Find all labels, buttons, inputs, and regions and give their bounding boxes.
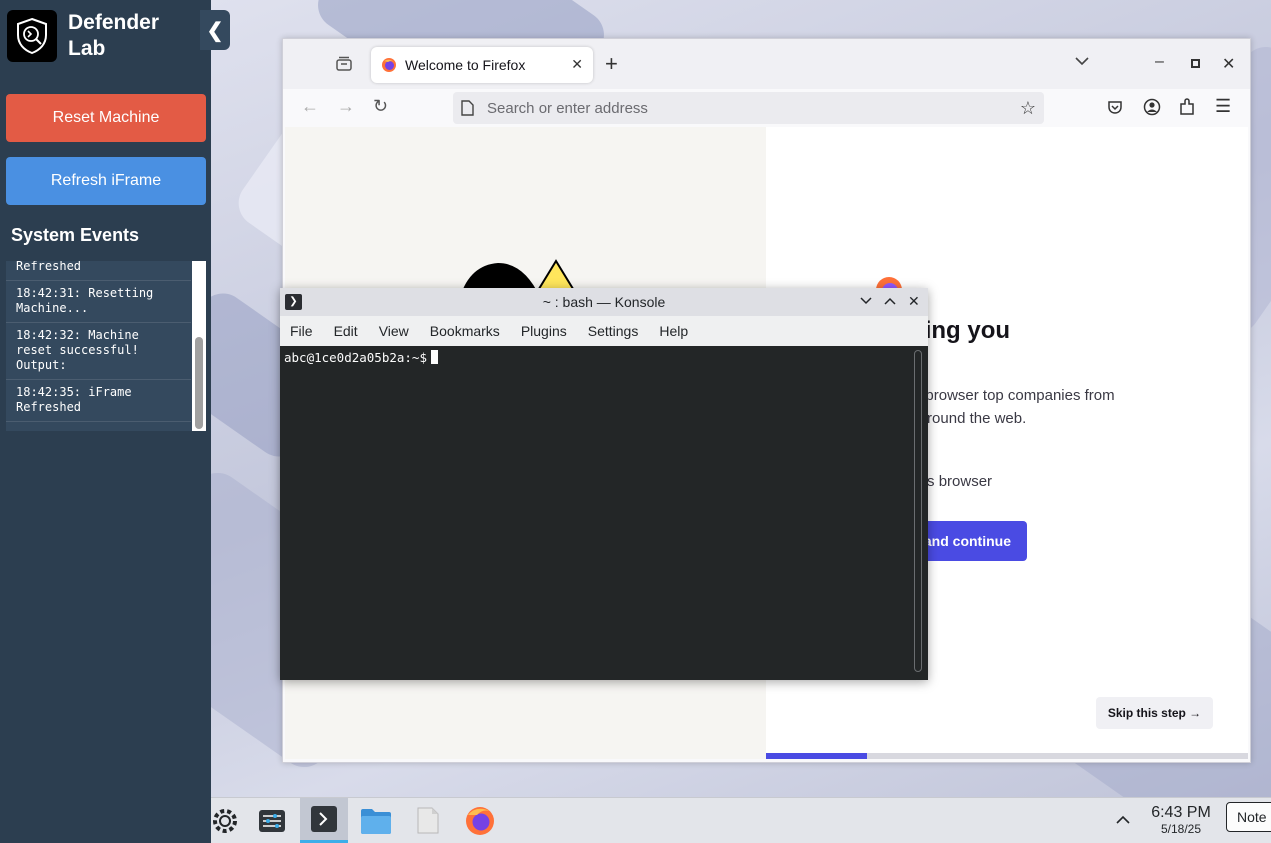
konsole-title: ~ : bash — Konsole (542, 294, 666, 310)
page-icon (461, 100, 474, 116)
minimize-icon[interactable]: – (1155, 53, 1164, 71)
address-bar[interactable]: Search or enter address ☆ (453, 92, 1044, 124)
back-arrow-icon[interactable]: ← (301, 97, 319, 115)
event-entry: 18:42:31: Resetting Machine... (6, 281, 191, 323)
firefox-taskbar-icon[interactable] (456, 798, 504, 843)
text-cursor (431, 350, 438, 364)
konsole-titlebar[interactable]: ❯ ~ : bash — Konsole ✕ (280, 288, 928, 316)
lab-sidebar: Defender Lab Reset Machine Refresh iFram… (0, 0, 211, 843)
menu-view[interactable]: View (379, 323, 409, 339)
tab-welcome-to-firefox[interactable]: Welcome to Firefox ✕ (371, 47, 593, 83)
refresh-iframe-button[interactable]: Refresh iFrame (6, 157, 206, 205)
reset-machine-button[interactable]: Reset Machine (6, 94, 206, 142)
system-settings-icon[interactable] (248, 798, 296, 843)
firefox-favicon-icon (382, 58, 396, 72)
event-entry: 18:42:32: Machine reset successful! Outp… (6, 323, 191, 380)
terminal-prompt: abc@1ce0d2a05b2a:~$ (284, 350, 438, 365)
menu-settings[interactable]: Settings (588, 323, 639, 339)
firefox-nav-bar: ← → ↻ Search or enter address ☆ ☰ (283, 89, 1250, 125)
prompt-text: abc@1ce0d2a05b2a:~$ (284, 350, 427, 365)
minimize-chevron-icon[interactable] (860, 297, 872, 305)
maximize-chevron-icon[interactable] (884, 297, 896, 305)
event-entry: 18:42:35: iFrame Refreshed (6, 380, 191, 422)
collapse-sidebar-button[interactable]: ❮ (200, 10, 230, 50)
account-icon[interactable] (1143, 98, 1161, 116)
firefox-tab-bar: Welcome to Firefox ✕ + – ✕ (283, 39, 1250, 89)
skip-step-button[interactable]: Skip this step → (1096, 697, 1213, 729)
brand: Defender Lab (7, 10, 188, 62)
close-window-icon[interactable]: ✕ (1222, 54, 1235, 74)
konsole-window: ❯ ~ : bash — Konsole ✕ File Edit View Bo… (280, 288, 928, 680)
extensions-icon[interactable] (1179, 98, 1195, 116)
bookmark-star-icon[interactable]: ☆ (1020, 98, 1036, 119)
hamburger-menu-icon[interactable]: ☰ (1215, 97, 1231, 115)
clock-time[interactable]: 6:43 PM (1141, 804, 1221, 822)
forward-arrow-icon[interactable]: → (337, 97, 355, 115)
terminal-area[interactable]: abc@1ce0d2a05b2a:~$ (280, 346, 928, 680)
new-tab-button[interactable]: + (605, 53, 618, 75)
events-scrollbar[interactable] (192, 261, 206, 431)
pocket-icon[interactable] (1107, 99, 1123, 115)
note-tooltip: Note (1226, 802, 1271, 832)
brand-title: Defender Lab (68, 11, 160, 60)
menu-bookmarks[interactable]: Bookmarks (430, 323, 500, 339)
file-manager-icon[interactable] (352, 798, 400, 843)
close-tab-icon[interactable]: ✕ (571, 56, 583, 73)
reload-icon[interactable]: ↻ (373, 97, 388, 115)
taskbar: 6:43 PM 5/18/25 Note (211, 797, 1271, 843)
close-window-icon[interactable]: ✕ (908, 293, 920, 310)
events-scrollbar-thumb[interactable] (195, 337, 203, 429)
tab-overview-icon[interactable] (335, 56, 353, 72)
chevron-down-icon[interactable] (1075, 57, 1089, 66)
progress-fill (766, 753, 868, 759)
terminal-scrollbar[interactable] (914, 350, 922, 672)
onboarding-progress-bar (766, 753, 1248, 759)
event-entry: Refreshed (6, 261, 191, 281)
shield-logo-icon (7, 10, 57, 62)
menu-edit[interactable]: Edit (334, 323, 358, 339)
address-placeholder: Search or enter address (487, 100, 648, 117)
clock-date[interactable]: 5/18/25 (1141, 822, 1221, 836)
tab-title: Welcome to Firefox (405, 57, 526, 73)
text-editor-icon[interactable] (404, 798, 452, 843)
konsole-taskbar-icon[interactable] (300, 798, 348, 843)
app-launcher-icon[interactable] (201, 798, 249, 843)
konsole-menubar: File Edit View Bookmarks Plugins Setting… (280, 316, 928, 346)
system-events-log[interactable]: Refreshed 18:42:31: Resetting Machine...… (6, 261, 206, 431)
system-tray-expand-icon[interactable] (1116, 811, 1130, 827)
system-events-heading: System Events (11, 225, 140, 245)
menu-file[interactable]: File (290, 323, 313, 339)
maximize-icon[interactable] (1191, 59, 1200, 68)
menu-plugins[interactable]: Plugins (521, 323, 567, 339)
menu-help[interactable]: Help (659, 323, 688, 339)
